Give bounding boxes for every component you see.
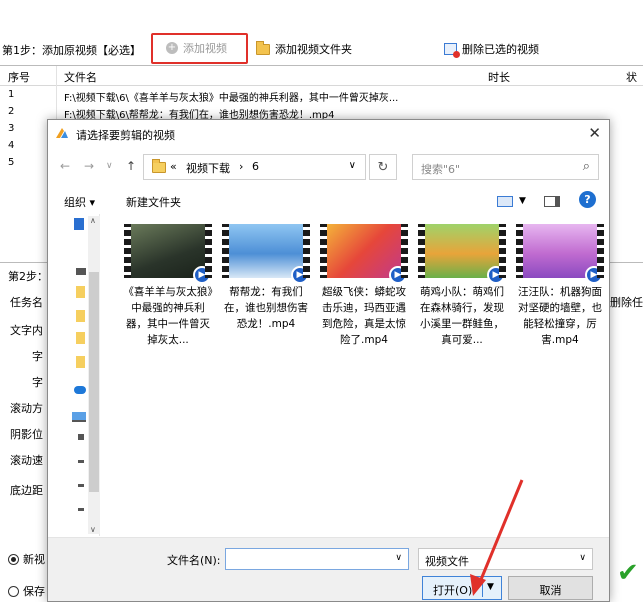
file-tile[interactable]: ▶ 萌鸡小队：萌鸡们在森林骑行，发现小溪里一群鲑鱼，真可爱...	[418, 224, 506, 348]
back-icon[interactable]: ←	[60, 159, 70, 173]
task-name-label: 任务名	[10, 296, 43, 309]
video-thumbnail: ▶	[124, 224, 212, 284]
folder-icon[interactable]	[76, 310, 85, 322]
organize-menu[interactable]: 组织 ▾	[64, 194, 95, 210]
breadcrumb-6[interactable]: 6	[252, 160, 259, 173]
red-arrow-annotation	[470, 479, 524, 596]
new-folder-button[interactable]: 新建文件夹	[126, 194, 181, 210]
text-content-label: 文字内	[10, 324, 43, 337]
scroll-direction-label: 滚动方	[10, 402, 43, 415]
drive-icon[interactable]	[78, 484, 84, 487]
font-label: 字	[32, 350, 43, 363]
file-name: 帮帮龙：有我们在，谁也别想伤害恐龙！.mp4	[224, 286, 308, 330]
file-name: 超级飞侠：蟒蛇攻击乐迪，玛西亚遇到危险，真是太惊险了.mp4	[322, 286, 406, 346]
chevron-down-icon: ∨	[579, 553, 586, 563]
drive-icon[interactable]	[78, 508, 84, 511]
bottom-margin-label: 底边距	[10, 484, 43, 497]
help-icon[interactable]: ?	[579, 191, 596, 208]
dialog-title: 请选择要剪辑的视频	[76, 129, 175, 142]
file-name: 《喜羊羊与灰太狼》中最强的神兵利器，其中一件曾灭掉灰太...	[123, 286, 213, 346]
this-pc-icon[interactable]	[72, 412, 86, 422]
file-name: 汪汪队：机器狗面对坚硬的墙壁，也能轻松撞穿，厉害.mp4	[518, 286, 602, 346]
shadow-position-label: 阴影位	[10, 428, 43, 441]
video-badge-icon: ▶	[193, 266, 211, 284]
command-bar: 组织 ▾ 新建文件夹 ▼ ?	[48, 190, 609, 212]
radio-new-video[interactable]: 新视	[8, 551, 45, 567]
col-index: 序号	[8, 71, 30, 84]
app-logo-icon	[56, 128, 68, 138]
video-thumbnail: ▶	[222, 224, 310, 284]
table-row[interactable]: 1 F:\视频下载\6\《喜羊羊与灰太狼》中最强的神兵利器，其中一件曾灭掉灰...	[0, 87, 643, 104]
search-icon: ⌕	[582, 159, 590, 174]
step1-label: 第1步：添加原视频【必选】	[2, 44, 141, 57]
radio-save[interactable]: 保存	[8, 583, 45, 599]
up-icon[interactable]: ↑	[126, 159, 136, 173]
step2-label: 第2步：	[8, 270, 48, 283]
drive-icon[interactable]	[78, 460, 84, 463]
drive-icon[interactable]	[78, 434, 84, 440]
font-size-label: 字	[32, 376, 43, 389]
file-tile[interactable]: ▶ 《喜羊羊与灰太狼》中最强的神兵利器，其中一件曾灭掉灰太...	[123, 224, 213, 348]
file-name: 萌鸡小队：萌鸡们在森林骑行，发现小溪里一群鲑鱼，真可爱...	[420, 286, 504, 346]
dialog-titlebar: 请选择要剪辑的视频 ✕	[48, 120, 609, 148]
delete-task-button[interactable]: 删除任	[610, 294, 643, 310]
video-badge-icon: ▶	[291, 266, 309, 284]
col-duration: 时长	[488, 71, 510, 84]
view-chevron-icon[interactable]: ▼	[519, 196, 526, 206]
scroll-up-icon[interactable]: ∧	[90, 216, 96, 225]
add-video-button[interactable]: + 添加视频	[166, 40, 227, 56]
forward-icon[interactable]: →	[84, 159, 94, 173]
video-badge-icon: ▶	[389, 266, 407, 284]
video-badge-icon: ▶	[585, 266, 603, 284]
video-badge-icon: ▶	[487, 266, 505, 284]
start-check-icon[interactable]: ✔	[617, 558, 639, 588]
col-filename: 文件名	[64, 71, 97, 84]
onedrive-icon[interactable]	[74, 386, 86, 394]
file-tile[interactable]: ▶ 帮帮龙：有我们在，谁也别想伤害恐龙！.mp4	[222, 224, 310, 332]
preview-pane-icon[interactable]	[544, 196, 560, 207]
add-folder-button[interactable]: 添加视频文件夹	[256, 40, 352, 57]
refresh-button[interactable]: ↻	[369, 154, 397, 180]
table-header: 序号 文件名 时长 状	[0, 66, 643, 86]
video-thumbnail: ▶	[418, 224, 506, 284]
table-row[interactable]: 2 F:\视频下载\6\帮帮龙：有我们在，谁也别想伤害恐龙！.mp4	[0, 104, 643, 121]
video-thumbnail: ▶	[516, 224, 604, 284]
recent-chevron-icon[interactable]: ∨	[106, 161, 113, 171]
address-bar[interactable]: « 视频下载 › 6 ∨	[143, 154, 366, 180]
scrollbar-thumb[interactable]	[89, 272, 99, 492]
delete-icon	[444, 43, 460, 58]
folder-icon	[152, 159, 166, 173]
video-thumbnail: ▶	[320, 224, 408, 284]
folder-add-icon	[256, 40, 270, 55]
file-tile[interactable]: ▶ 超级飞侠：蟒蛇攻击乐迪，玛西亚遇到危险，真是太惊险了.mp4	[320, 224, 408, 348]
file-tile[interactable]: ▶ 汪汪队：机器狗面对坚硬的墙壁，也能轻松撞穿，厉害.mp4	[516, 224, 604, 348]
scroll-speed-label: 滚动速	[10, 454, 43, 467]
folder-icon[interactable]	[76, 332, 85, 344]
search-input[interactable]: 搜索"6" ⌕	[412, 154, 599, 180]
refresh-icon: ↻	[377, 160, 389, 175]
desktop-icon[interactable]	[76, 268, 86, 275]
scroll-down-icon[interactable]: ∨	[90, 525, 96, 534]
breadcrumb-downloads[interactable]: 视频下载	[186, 160, 230, 176]
quick-access-icon[interactable]	[74, 218, 84, 230]
folder-icon[interactable]	[76, 286, 85, 298]
view-icon[interactable]	[497, 196, 513, 207]
nav-scrollbar[interactable]: ∧ ∨	[88, 216, 100, 534]
dialog-navbar: ← → ∨ ↑ « 视频下载 › 6 ∨ ↻ 搜索"6" ⌕	[48, 151, 609, 181]
add-icon: +	[166, 42, 178, 54]
folder-icon[interactable]	[76, 356, 85, 368]
chevron-down-icon[interactable]: ∨	[395, 553, 402, 563]
delete-selected-button[interactable]: 删除已选的视频	[444, 41, 539, 58]
chevron-down-icon[interactable]: ∨	[349, 160, 356, 171]
filename-input[interactable]: ∨	[225, 548, 409, 570]
col-status: 状	[626, 71, 637, 84]
close-icon[interactable]: ✕	[588, 124, 601, 142]
filename-label: 文件名(N):	[167, 554, 221, 567]
